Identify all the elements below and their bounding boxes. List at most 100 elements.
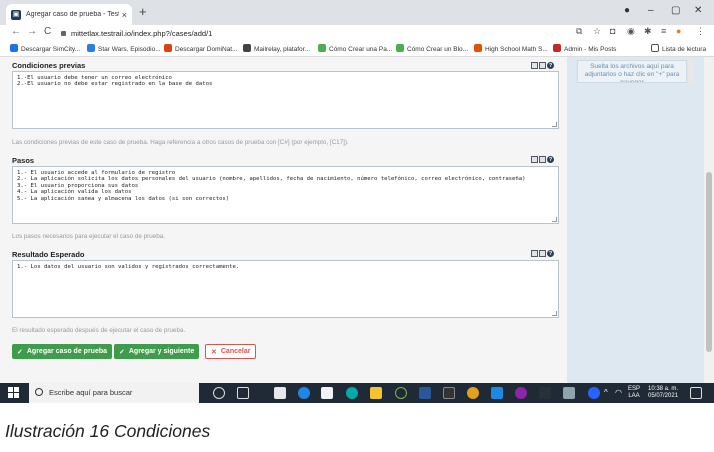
address-bar-row: ← → C mittetlax.testrail.io/index.php?/c… [0, 25, 714, 42]
word-icon[interactable] [419, 387, 431, 399]
hp-extension-icon[interactable]: ◉ [627, 26, 635, 37]
help-icon[interactable] [588, 387, 600, 399]
resize-handle[interactable] [552, 217, 557, 222]
app-icon[interactable] [395, 387, 407, 399]
attachments-dropzone[interactable]: Suelta los archivos aquí para adjuntarlo… [577, 60, 687, 83]
add-test-case-button[interactable]: ✓ Agregar caso de prueba [12, 344, 113, 359]
dropbox-icon[interactable] [274, 387, 286, 399]
bookmark-icon [164, 44, 172, 52]
bookmark-icon [87, 44, 95, 52]
figure-caption: Ilustración 16 Condiciones [5, 421, 211, 441]
bookmark-item[interactable]: Descargar DomiNat... [164, 44, 238, 53]
task-view-icon[interactable] [237, 387, 249, 399]
reading-list-link[interactable]: Lista de lectura [651, 44, 706, 53]
maximize-button[interactable]: ▢ [671, 5, 680, 16]
app-icon[interactable] [563, 387, 575, 399]
dropzone-scrollbar[interactable] [688, 60, 694, 83]
new-tab-button[interactable]: + [139, 5, 147, 19]
avatar[interactable]: ● [676, 26, 681, 36]
wifi-icon[interactable]: ◠ [615, 389, 622, 397]
preconditions-help: Las condiciones previas de este caso de … [12, 139, 349, 146]
menu-icon[interactable]: ⋮ [696, 26, 705, 37]
image-icon[interactable] [539, 156, 546, 163]
bookmark-item[interactable]: Descargar SimCity... [10, 44, 80, 53]
browser-tab[interactable]: ▣ Agregar caso de prueba - TestRail × [6, 4, 132, 25]
reading-list-icon [651, 44, 659, 52]
steps-label: Pasos [12, 156, 35, 165]
bookmark-item[interactable]: Admin - Mis Posts [553, 44, 616, 53]
table-icon[interactable] [531, 250, 538, 257]
check-icon: ✓ [119, 348, 125, 356]
bookmarks-bar: Descargar SimCity... Star Wars. Episodio… [0, 42, 714, 57]
explorer-icon[interactable] [370, 387, 382, 399]
edge-icon[interactable] [298, 387, 310, 399]
clock[interactable]: 10:38 a. m. 05/07/2021 [648, 386, 678, 400]
steps-toolbar: ? [531, 156, 554, 163]
notifications-icon[interactable] [690, 387, 702, 399]
resize-handle[interactable] [552, 122, 557, 127]
url-text: mittetlax.testrail.io/index.php?/cases/a… [71, 29, 213, 38]
expected-result-textarea[interactable]: 1.- Los datos del usuario son validos y … [12, 260, 559, 318]
bookmark-icon [474, 44, 482, 52]
bookmark-item[interactable]: Star Wars. Episodio... [87, 44, 161, 53]
store-icon[interactable] [321, 387, 333, 399]
image-icon[interactable] [539, 250, 546, 257]
extension-icon[interactable]: ◘ [610, 26, 615, 36]
resize-handle[interactable] [552, 311, 557, 316]
check-icon: ✓ [17, 348, 23, 356]
cancel-button[interactable]: ✕ Cancelar [205, 344, 257, 359]
terminal-icon[interactable] [443, 387, 455, 399]
chrome-icon[interactable] [467, 387, 479, 399]
forward-button[interactable]: → [27, 26, 37, 37]
scroll-thumb[interactable] [706, 172, 712, 352]
address-bar[interactable]: mittetlax.testrail.io/index.php?/cases/a… [61, 27, 521, 40]
screenshot: ▣ Agregar caso de prueba - TestRail × + … [0, 0, 714, 403]
preconditions-textarea[interactable]: 1.-El usuario debe tener un correo elect… [12, 71, 559, 129]
bookmark-icon [318, 44, 326, 52]
github-icon[interactable] [515, 387, 527, 399]
image-icon[interactable] [539, 62, 546, 69]
reload-button[interactable]: C [44, 26, 51, 37]
expected-toolbar: ? [531, 250, 554, 257]
help-icon[interactable]: ? [547, 156, 554, 163]
minimize-button[interactable]: – [648, 5, 654, 16]
language-indicator[interactable]: ESP LAA [628, 386, 640, 400]
taskbar-search-input[interactable]: Escribe aquí para buscar [29, 383, 199, 403]
table-icon[interactable] [531, 62, 538, 69]
bookmark-item[interactable]: High School Math S... [474, 44, 548, 53]
bookmark-item[interactable]: Cómo Crear una Pa... [318, 44, 392, 53]
page-scrollbar[interactable] [704, 57, 714, 383]
bookmark-item[interactable]: Mailrelay, platafor... [243, 44, 310, 53]
bookmark-item[interactable]: Cómo Crear un Blo... [396, 44, 468, 53]
terminal-icon[interactable] [539, 387, 551, 399]
bookmark-star-icon[interactable]: ☆ [593, 26, 601, 37]
close-window-button[interactable]: ✕ [694, 5, 702, 16]
reading-list-icon[interactable]: ≡ [661, 26, 666, 36]
cortana-icon[interactable] [213, 387, 225, 399]
profile-dot-icon[interactable]: ● [624, 5, 630, 16]
windows-taskbar: Escribe aquí para buscar ^ ◠ ESP LAA 10:3… [0, 383, 714, 403]
lock-icon [61, 31, 66, 36]
search-icon [35, 388, 43, 396]
table-icon[interactable] [531, 156, 538, 163]
tab-close-icon[interactable]: × [122, 10, 127, 20]
preconditions-label: Condiciones previas [12, 61, 86, 70]
translate-icon[interactable]: ⧉ [576, 26, 582, 37]
steps-textarea[interactable]: 1.- El usuario accede al formulario de r… [12, 166, 559, 224]
add-and-next-button[interactable]: ✓ Agregar y siguiente [114, 344, 200, 359]
app-icon[interactable] [346, 387, 358, 399]
puzzle-icon[interactable]: ✱ [644, 26, 652, 37]
page-content: Suelta los archivos aquí para adjuntarlo… [0, 57, 704, 383]
vscode-icon[interactable] [491, 387, 503, 399]
back-button[interactable]: ← [11, 26, 21, 37]
expected-result-label: Resultado Esperado [12, 250, 85, 259]
chevron-up-icon[interactable]: ^ [604, 389, 608, 397]
steps-help: Los pasos necesarios para ejecutar el ca… [12, 233, 165, 240]
bookmark-icon [10, 44, 18, 52]
help-icon[interactable]: ? [547, 62, 554, 69]
bookmark-icon [396, 44, 404, 52]
help-icon[interactable]: ? [547, 250, 554, 257]
windows-start-icon[interactable] [8, 387, 20, 399]
preconditions-toolbar: ? [531, 62, 554, 69]
testrail-favicon-icon: ▣ [11, 9, 21, 20]
